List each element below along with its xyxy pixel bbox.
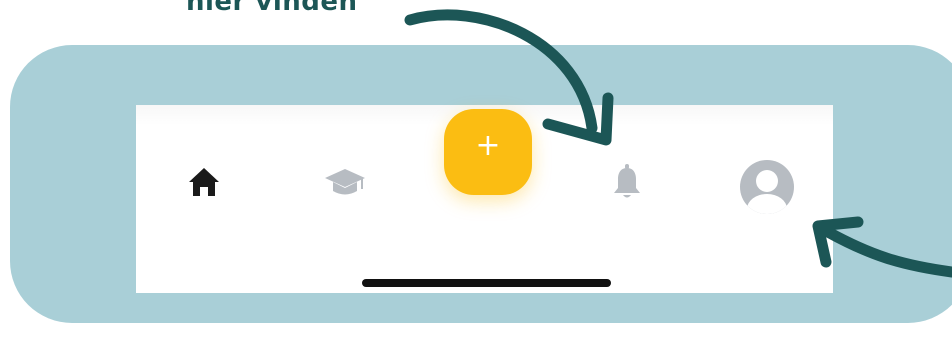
annotated-screenshot: hier vinden + bbox=[0, 0, 952, 347]
arrow-to-create-icon bbox=[404, 9, 952, 278]
